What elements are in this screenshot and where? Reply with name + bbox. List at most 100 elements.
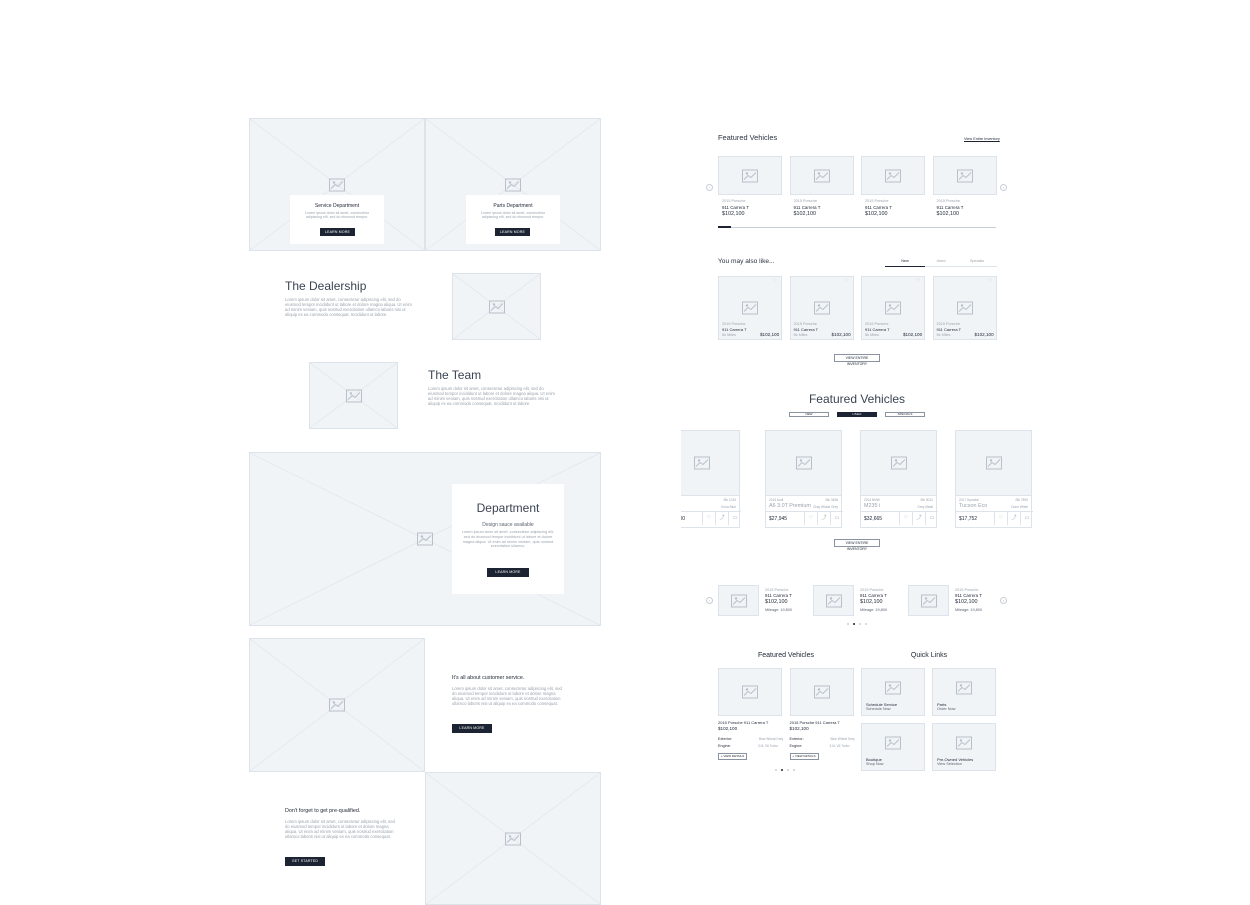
favorite-heart-icon[interactable]: ♡ (804, 512, 817, 525)
bottom-dot-3[interactable] (787, 769, 789, 771)
image-placeholder-icon (742, 301, 758, 315)
favorite-heart-icon[interactable]: ♡ (899, 512, 912, 525)
favorite-heart-icon[interactable]: ♡ (916, 279, 921, 284)
also-like-card-year: 2015 Porsche (865, 322, 889, 326)
bottom-vehicle-name: 2015 Porsche 911 Carrera T (789, 720, 840, 725)
image-placeholder-icon (505, 178, 521, 191)
mini-card-year: 2015 Porsche (955, 588, 979, 592)
mini-card-price: $102,100 (955, 599, 978, 605)
service-department-card: Service Department Lorem ipsum dolor sit… (290, 195, 384, 244)
featured-card-price: $102,100 (722, 211, 745, 217)
image-placeholder-icon (813, 301, 830, 315)
featured2-viewport: 2015Stk 12343.0tKona Blue$21,500♡⤴▭2015 … (681, 430, 1033, 528)
image-placeholder-icon (885, 301, 901, 315)
mini-dot-3[interactable] (859, 623, 861, 625)
featured-card-price: $102,100 (936, 211, 959, 217)
bottom-dot-2[interactable] (781, 769, 783, 771)
view-entire-inventory-link[interactable]: View Entire Inventory (964, 137, 1000, 141)
quick-link-tile[interactable]: Pre-Owned Vehicles View Selection (932, 723, 996, 771)
featured2-card[interactable]: 2015 Audi Stk 3456 A6 3.0T Premium Gray Whe… (765, 430, 843, 528)
featured2-tab-specials[interactable]: SPECIALS (885, 412, 925, 417)
bottom-vehicle-exterior-label: Exterior: (718, 737, 733, 741)
bottom-dot-1[interactable] (775, 769, 777, 771)
featured-next-arrow[interactable]: › (1000, 184, 1007, 191)
department-text: Lorem ipsum dolor sit amet, consectetur … (461, 530, 555, 549)
department-learn-more-button[interactable]: LEARN MORE (487, 568, 529, 577)
bottom-vehicle-exterior-label: Exterior: (789, 737, 804, 741)
share-icon[interactable]: ⤴ (817, 512, 830, 525)
quick-link-tile[interactable]: Boutique Shop Now (861, 723, 925, 771)
image-placeholder-icon (885, 736, 901, 750)
featured-card-year: 2015 Porsche (793, 199, 817, 203)
also-like-card-miles: 5k Miles (722, 333, 736, 337)
share-icon[interactable]: ⤴ (912, 512, 925, 525)
image-placeholder-icon (956, 736, 972, 750)
dealership-title: The Dealership (285, 279, 367, 293)
featured2-card-stock: Stk 3456 (825, 498, 838, 502)
featured2-card[interactable]: 2017 Hyundai Stk 7890 Tucson Eco Dune White… (955, 430, 1033, 528)
featured2-tab-new[interactable]: NEW (789, 412, 829, 417)
featured2-card-year: 2017 Hyundai (959, 498, 979, 502)
favorite-heart-icon[interactable]: ♡ (994, 512, 1007, 525)
compare-icon[interactable]: ▭ (925, 512, 938, 525)
featured-prev-arrow[interactable]: ‹ (706, 184, 713, 191)
image-placeholder-icon (795, 456, 812, 470)
featured-scroll-thumb[interactable] (718, 226, 731, 228)
featured2-tab-used[interactable]: USED (837, 412, 877, 417)
mini-next-arrow[interactable]: › (1000, 597, 1007, 604)
bottom-vehicle-engine-label: Engine: (789, 744, 803, 748)
image-placeholder-icon (417, 532, 433, 546)
service-learn-more-button[interactable]: LEARN MORE (320, 228, 355, 236)
also-like-card-miles: 5k Miles (865, 333, 879, 337)
compare-icon[interactable]: ▭ (830, 512, 843, 525)
featured2-card[interactable]: 2015Stk 12343.0tKona Blue$21,500♡⤴▭ (681, 430, 741, 528)
featured-card-image (861, 156, 925, 195)
favorite-heart-icon[interactable]: ♡ (845, 279, 850, 284)
featured2-card-model: A6 3.0T Premium (769, 503, 811, 509)
team-image (309, 362, 398, 429)
also-like-inventory-button[interactable]: VIEW ENTIRE INVENTORY (834, 354, 880, 366)
tab-specials[interactable]: Specials (958, 259, 996, 263)
featured2-card-stock: Stk 1234 (723, 498, 736, 502)
mini-dot-2[interactable] (853, 623, 855, 625)
featured2-title: Featured Vehicles (808, 392, 906, 406)
compare-icon[interactable]: ▭ (1020, 512, 1033, 525)
mini-dot-4[interactable] (865, 623, 867, 625)
mini-card-price: $102,100 (860, 599, 883, 605)
featured2-inventory-button[interactable]: VIEW ENTIRE INVENTORY (834, 539, 880, 551)
tab-new[interactable]: New (885, 259, 925, 267)
featured-card-image (718, 156, 782, 195)
featured-card-year: 2015 Porsche (722, 199, 746, 203)
share-icon[interactable]: ⤴ (715, 512, 728, 525)
favorite-heart-icon[interactable]: ♡ (988, 279, 993, 284)
quick-link-tile[interactable]: Schedule Service Schedule Now (861, 668, 925, 716)
quick-link-tile[interactable]: Parts Order Now (932, 668, 996, 716)
image-placeholder-icon (329, 178, 345, 191)
compare-icon[interactable]: ▭ (728, 512, 741, 525)
prequal-image (425, 772, 601, 905)
quick-link-sub: View Selection (937, 762, 962, 766)
view-details-button[interactable]: + VIEW DETAILS (718, 753, 747, 760)
parts-learn-more-button[interactable]: LEARN MORE (495, 228, 530, 236)
bottom-dot-4[interactable] (793, 769, 795, 771)
view-details-button[interactable]: + VIEW DETAILS (789, 753, 819, 760)
tab-used[interactable]: Used (922, 259, 960, 263)
mini-dot-1[interactable] (847, 623, 849, 625)
also-like-card-miles: 5k Miles (793, 333, 808, 337)
featured-card-image (932, 156, 997, 195)
featured-card-model: 911 Carrera T (936, 205, 964, 210)
featured-scroll-track[interactable] (718, 227, 996, 228)
prequal-get-started-button[interactable]: GET STARTED (285, 857, 325, 866)
featured-card-model: 911 Carrera T (722, 205, 749, 210)
favorite-heart-icon[interactable]: ♡ (773, 279, 778, 284)
share-icon[interactable]: ⤴ (1007, 512, 1020, 525)
favorite-heart-icon[interactable]: ♡ (702, 512, 715, 525)
mini-prev-arrow[interactable]: ‹ (706, 597, 713, 604)
featured2-card[interactable]: 2014 BMW Stk 9012 M235 i Grey Metal $32,665 ♡… (860, 430, 938, 528)
image-placeholder-icon (956, 681, 972, 695)
also-like-card-year: 2015 Porsche (722, 322, 746, 326)
customer-learn-more-button[interactable]: LEARN MORE (452, 724, 492, 733)
quick-link-sub: Shop Now (866, 762, 884, 766)
featured2-card-price: $27,945 (769, 516, 788, 522)
featured-card-year: 2015 Porsche (936, 199, 960, 203)
